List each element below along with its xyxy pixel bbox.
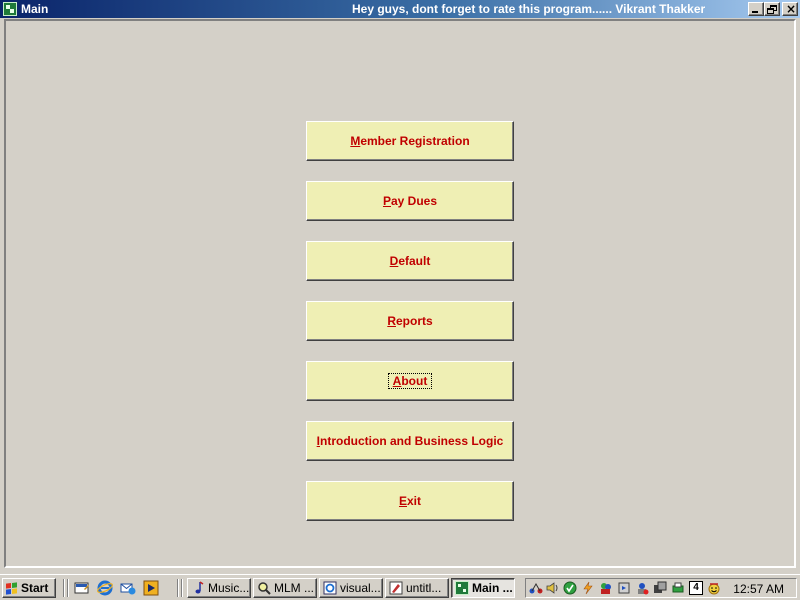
flash-icon[interactable] <box>581 581 595 595</box>
task-button-main[interactable]: Main ... <box>451 578 515 598</box>
smiley-icon[interactable] <box>707 581 721 595</box>
security-icon[interactable] <box>653 581 667 595</box>
default-label: Default <box>389 254 431 268</box>
task-button-label: untitl... <box>406 581 442 595</box>
app-icon <box>455 581 469 595</box>
about-button[interactable]: About <box>306 361 514 401</box>
exit-label: Exit <box>398 494 422 508</box>
task-button-music[interactable]: Music... <box>187 578 251 598</box>
introduction-business-logic-button[interactable]: Introduction and Business Logic <box>306 421 514 461</box>
start-button[interactable]: Start <box>2 578 56 598</box>
usb-icon[interactable] <box>617 581 631 595</box>
member-registration-button[interactable]: Member Registration <box>306 121 514 161</box>
about-label: About <box>387 373 433 389</box>
browser-icon <box>323 581 337 595</box>
minimize-icon <box>752 11 758 13</box>
task-button-visual[interactable]: visual... <box>319 578 383 598</box>
task-button-label: Music... <box>208 581 250 595</box>
close-icon: × <box>786 2 797 16</box>
taskbar-separator <box>63 579 65 597</box>
taskbar-separator <box>67 579 69 597</box>
internet-explorer-icon[interactable] <box>97 580 113 596</box>
default-button[interactable]: Default <box>306 241 514 281</box>
show-desktop-icon[interactable] <box>74 580 90 596</box>
task-button-label: visual... <box>340 581 381 595</box>
printer-icon[interactable] <box>671 581 685 595</box>
pay-dues-button[interactable]: Pay Dues <box>306 181 514 221</box>
windows-logo-icon <box>6 581 17 595</box>
member-registration-label: Member Registration <box>350 134 470 148</box>
messenger-icon[interactable] <box>599 581 613 595</box>
exit-button[interactable]: Exit <box>306 481 514 521</box>
restore-button[interactable] <box>764 2 780 16</box>
task-button-untitled[interactable]: untitl... <box>385 578 449 598</box>
taskbar-separator <box>181 579 183 597</box>
network-icon[interactable] <box>529 581 543 595</box>
antivirus-icon[interactable] <box>563 581 577 595</box>
task-button-mlm[interactable]: MLM ... <box>253 578 317 598</box>
reports-label: Reports <box>387 314 433 328</box>
minimize-button[interactable] <box>748 2 764 16</box>
close-button[interactable]: × <box>782 2 798 16</box>
title-bar[interactable]: Main Hey guys, dont forget to rate this … <box>0 0 800 18</box>
start-label: Start <box>21 581 49 595</box>
reports-button[interactable]: Reports <box>306 301 514 341</box>
app-icon[interactable] <box>3 2 17 16</box>
window-title: Main <box>21 2 49 16</box>
outlook-express-icon[interactable] <box>120 580 136 596</box>
network-2-icon[interactable] <box>635 581 649 595</box>
taskbar: Start Music... MLM ... visual... untitl.… <box>0 574 800 600</box>
taskbar-separator <box>177 579 179 597</box>
task-button-label: MLM ... <box>274 581 315 595</box>
task-button-label: Main ... <box>472 581 513 595</box>
calendar-icon[interactable]: 4 <box>689 581 703 595</box>
music-note-icon <box>195 581 204 594</box>
pay-dues-label: Pay Dues <box>382 194 438 208</box>
title-message: Hey guys, dont forget to rate this progr… <box>352 2 706 16</box>
paint-icon <box>389 581 403 595</box>
clock[interactable]: 12:57 AM <box>733 582 784 596</box>
media-player-icon[interactable] <box>143 580 159 596</box>
search-icon <box>258 582 271 595</box>
system-tray: 4 12:57 AM <box>525 578 797 598</box>
volume-icon[interactable] <box>545 581 559 595</box>
introduction-business-logic-label: Introduction and Business Logic <box>316 434 504 448</box>
